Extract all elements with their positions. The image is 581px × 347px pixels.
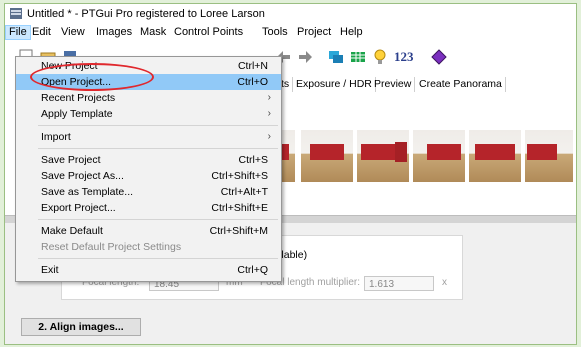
image-thumbnail[interactable] (301, 130, 353, 182)
menu-mask[interactable]: Mask (136, 25, 170, 40)
menu-item-import[interactable]: Import › (16, 129, 281, 145)
menu-item-make-default[interactable]: Make Default Ctrl+Shift+M (16, 223, 281, 239)
image-thumbnail[interactable] (357, 130, 409, 182)
menu-edit[interactable]: Edit (28, 25, 55, 40)
app-window: Untitled * - PTGui Pro registered to Lor… (4, 3, 577, 345)
menu-item-apply-template[interactable]: Apply Template › (16, 106, 281, 122)
title-bar: Untitled * - PTGui Pro registered to Lor… (5, 4, 576, 24)
menu-separator (38, 219, 278, 220)
annotation-highlight-circle (30, 63, 154, 91)
menu-file[interactable]: File (5, 25, 31, 40)
image-thumbnail[interactable] (469, 130, 521, 182)
menu-project[interactable]: Project (293, 25, 335, 40)
menu-item-export-project[interactable]: Export Project... Ctrl+Shift+E (16, 200, 281, 216)
menu-separator (38, 148, 278, 149)
menu-item-save-project-as[interactable]: Save Project As... Ctrl+Shift+S (16, 168, 281, 184)
menu-item-exit[interactable]: Exit Ctrl+Q (16, 262, 281, 278)
gem-icon[interactable] (430, 48, 448, 66)
menu-separator (38, 125, 278, 126)
focal-multiplier-field[interactable]: 1.613 (364, 276, 434, 291)
menu-help[interactable]: Help (336, 25, 367, 40)
menu-control-points[interactable]: Control Points (170, 25, 247, 40)
image-thumbnail[interactable] (413, 130, 465, 182)
tab-preview[interactable]: Preview (371, 77, 416, 92)
file-menu-dropdown: New Project Ctrl+N Open Project... Ctrl+O … (15, 56, 282, 282)
chevron-right-icon: › (267, 131, 271, 142)
align-images-button[interactable]: 2. Align images... (21, 318, 141, 336)
lightbulb-icon[interactable] (371, 48, 389, 66)
table-icon[interactable] (349, 48, 367, 66)
numbers-icon[interactable]: 123 (394, 49, 422, 67)
focal-multiplier-suffix: x (442, 277, 447, 288)
tab-create-panorama[interactable]: Create Panorama (416, 77, 506, 92)
image-thumbnail[interactable] (525, 130, 573, 182)
menu-images[interactable]: Images (92, 25, 136, 40)
menu-separator (38, 258, 278, 259)
menu-bar: File Edit View Images Mask Control Point… (5, 24, 576, 40)
chevron-right-icon: › (267, 92, 271, 103)
tab-exposure-hdr[interactable]: Exposure / HDR (293, 77, 376, 92)
menu-item-save-as-template[interactable]: Save as Template... Ctrl+Alt+T (16, 184, 281, 200)
app-icon (10, 8, 22, 19)
menu-item-reset-default-settings: Reset Default Project Settings (41, 241, 182, 253)
menu-tools[interactable]: Tools (258, 25, 292, 40)
menu-item-recent-projects[interactable]: Recent Projects › (16, 90, 281, 106)
menu-view[interactable]: View (57, 25, 89, 40)
arrow-right-icon[interactable] (296, 48, 314, 66)
panorama-editor-icon[interactable] (327, 48, 345, 66)
chevron-right-icon: › (267, 108, 271, 119)
window-title: Untitled * - PTGui Pro registered to Lor… (27, 8, 265, 20)
menu-item-save-project[interactable]: Save Project Ctrl+S (16, 152, 281, 168)
